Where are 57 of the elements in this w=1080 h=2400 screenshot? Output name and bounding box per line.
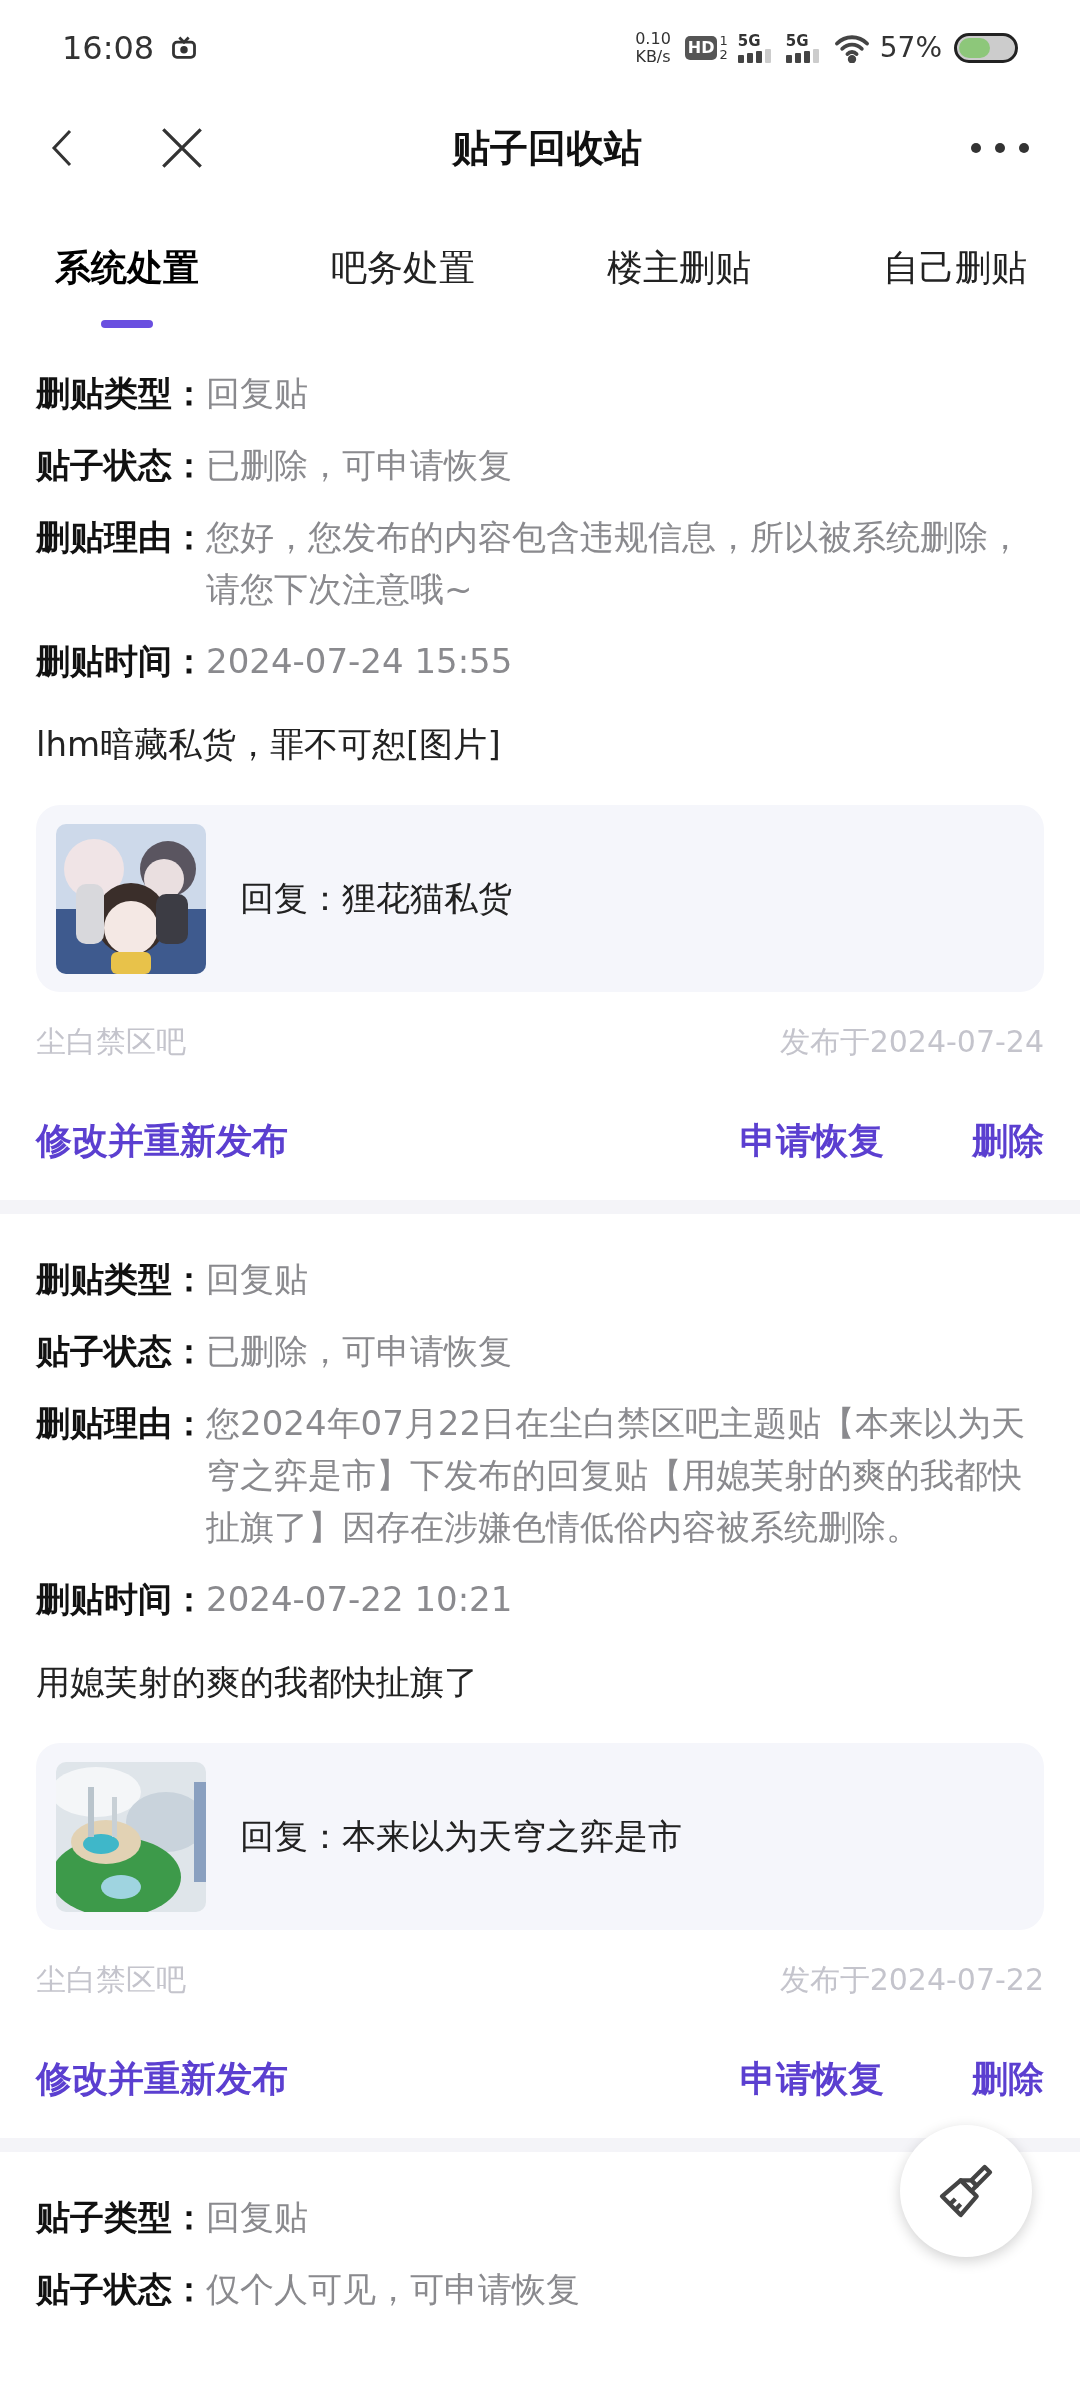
reply-preview-card[interactable]: 回复：本来以为天穹之弈是市 — [36, 1743, 1044, 1930]
field-label: 贴子状态： — [36, 1330, 206, 1373]
forum-name: 尘白禁区吧 — [36, 1023, 186, 1061]
field-label: 贴子状态： — [36, 444, 206, 487]
field-value: 2024-07-24 15:55 — [206, 640, 513, 683]
network-type: 5G — [737, 33, 762, 49]
restore-request-button[interactable]: 申请恢复 — [740, 1115, 884, 1167]
field-value: 回复贴 — [206, 1258, 308, 1301]
field-value: 您2024年07月22日在尘白禁区吧主题贴【本来以为天穹之弈是市】下发布的回复贴【用媳芙射的爽的我都快扯旗了】因存在涉嫌色情低俗内容被系统删除。 — [206, 1402, 1027, 1549]
publish-date: 发布于2024-07-24 — [779, 1023, 1044, 1061]
field-label: 删贴理由： — [36, 1402, 206, 1445]
battery-percent: 57% — [879, 30, 942, 66]
field-label: 删贴类型： — [36, 1258, 206, 1301]
forum-name: 尘白禁区吧 — [36, 1961, 186, 1999]
field-value: 已删除，可申请恢复 — [206, 444, 512, 487]
page-title: 贴子回收站 — [452, 124, 642, 172]
signal-icon — [737, 49, 774, 63]
edit-republish-button[interactable]: 修改并重新发布 — [36, 1115, 288, 1167]
tab[interactable]: 自己删贴 — [883, 200, 1027, 328]
delete-button[interactable]: 删除 — [972, 2053, 1044, 2105]
close-icon[interactable] — [160, 126, 204, 170]
field-value: 2024-07-22 10:21 — [206, 1578, 513, 1621]
speed-unit: KB/s — [635, 48, 671, 66]
tab[interactable]: 吧务处置 — [331, 200, 475, 328]
field-value: 仅个人可见，可申请恢复 — [206, 2268, 580, 2311]
reply-preview-text: 回复：本来以为天穹之弈是市 — [240, 1815, 682, 1858]
field-label: 删贴理由： — [36, 516, 206, 559]
field-label: 删贴时间： — [36, 1578, 206, 1621]
post-content: lhm暗藏私货，罪不可恕[图片] — [36, 723, 502, 766]
field-label: 删贴时间： — [36, 640, 206, 683]
tv-icon — [170, 34, 199, 62]
more-icon[interactable] — [970, 142, 1030, 154]
reply-preview-text: 回复：狸花猫私货 — [240, 877, 512, 920]
tab[interactable]: 系统处置 — [55, 200, 199, 328]
restore-request-button[interactable]: 申请恢复 — [740, 2053, 884, 2105]
field-label: 贴子状态： — [36, 2268, 206, 2311]
network-type: 5G — [785, 33, 810, 49]
tab[interactable]: 楼主删贴 — [607, 200, 751, 328]
field-value: 您好，您发布的内容包含违规信息，所以被系统删除，请您下次注意哦~ — [206, 516, 1023, 611]
network-speed: 0.10 — [635, 30, 671, 48]
field-value: 已删除，可申请恢复 — [206, 1330, 512, 1373]
delete-button[interactable]: 删除 — [972, 1115, 1044, 1167]
signal-icon — [785, 49, 822, 63]
post-content: 用媳芙射的爽的我都快扯旗了 — [36, 1661, 479, 1704]
status-time: 16:08 — [62, 28, 155, 69]
edit-republish-button[interactable]: 修改并重新发布 — [36, 2053, 288, 2105]
hd-badge: HD — [684, 36, 718, 60]
sim-slot-number: 1 — [719, 34, 728, 48]
field-label: 贴子类型： — [36, 2196, 206, 2239]
field-value: 回复贴 — [206, 2196, 308, 2239]
sim-slot-number: 2 — [719, 48, 728, 62]
wifi-icon — [833, 33, 870, 63]
battery-icon — [954, 33, 1018, 63]
publish-date: 发布于2024-07-22 — [779, 1961, 1044, 1999]
reply-preview-card[interactable]: 回复：狸花猫私货 — [36, 805, 1044, 992]
field-label: 删贴类型： — [36, 372, 206, 415]
field-value: 回复贴 — [206, 372, 308, 415]
